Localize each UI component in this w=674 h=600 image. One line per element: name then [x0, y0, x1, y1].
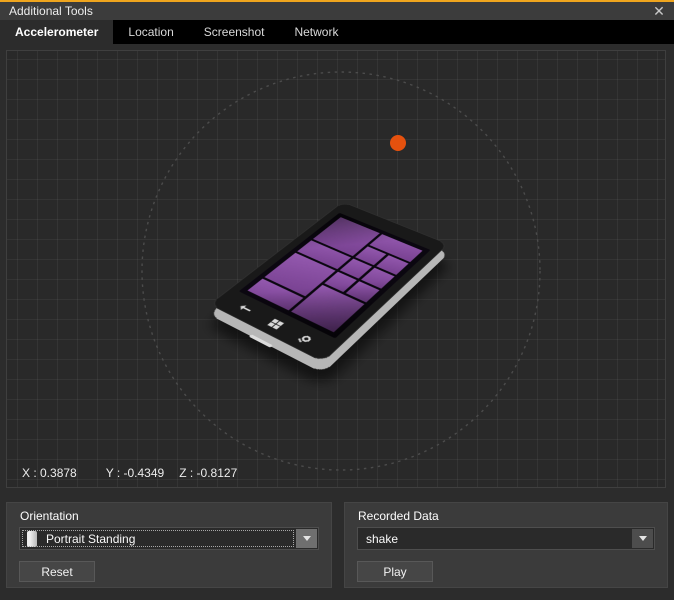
readout-y: Y : -0.4349 — [106, 466, 165, 480]
play-button[interactable]: Play — [357, 561, 433, 582]
title-bar: Additional Tools ✕ — [0, 0, 674, 20]
accelerometer-canvas[interactable]: X : 0.3878 Y : -0.4349 Z : -0.8127 — [6, 50, 666, 488]
orientation-label: Orientation — [20, 509, 79, 523]
back-icon — [241, 306, 251, 311]
xyz-readout: X : 0.3878 Y : -0.4349 Z : -0.8127 — [22, 466, 237, 480]
recorded-data-select[interactable]: shake — [357, 527, 655, 550]
recorded-data-dropdown-button[interactable] — [632, 529, 653, 548]
additional-tools-window: Additional Tools ✕ Accelerometer Locatio… — [0, 0, 674, 600]
readout-x: X : 0.3878 — [22, 466, 77, 480]
orientation-select[interactable]: Portrait Standing — [19, 527, 319, 550]
accelerometer-handle[interactable] — [390, 135, 406, 151]
orientation-panel: Orientation Portrait Standing Reset — [6, 502, 332, 588]
reset-button[interactable]: Reset — [19, 561, 95, 582]
recorded-data-value: shake — [358, 532, 398, 546]
tab-location[interactable]: Location — [113, 20, 188, 44]
close-icon[interactable]: ✕ — [649, 3, 669, 20]
search-icon — [300, 335, 312, 343]
tab-screenshot[interactable]: Screenshot — [189, 20, 280, 44]
orientation-dropdown-button[interactable] — [296, 529, 317, 548]
tab-bar: Accelerometer Location Screenshot Networ… — [0, 20, 674, 44]
orientation-value: Portrait Standing — [46, 532, 135, 546]
recorded-data-panel: Recorded Data shake Play — [344, 502, 668, 588]
portrait-phone-icon — [27, 531, 37, 547]
readout-z: Z : -0.8127 — [179, 466, 237, 480]
chevron-down-icon — [303, 536, 311, 545]
chevron-down-icon — [639, 536, 647, 545]
tab-accelerometer[interactable]: Accelerometer — [0, 20, 113, 44]
window-title: Additional Tools — [9, 4, 93, 18]
tab-network[interactable]: Network — [279, 20, 353, 44]
windows-icon — [267, 319, 284, 329]
recorded-data-label: Recorded Data — [358, 509, 439, 523]
